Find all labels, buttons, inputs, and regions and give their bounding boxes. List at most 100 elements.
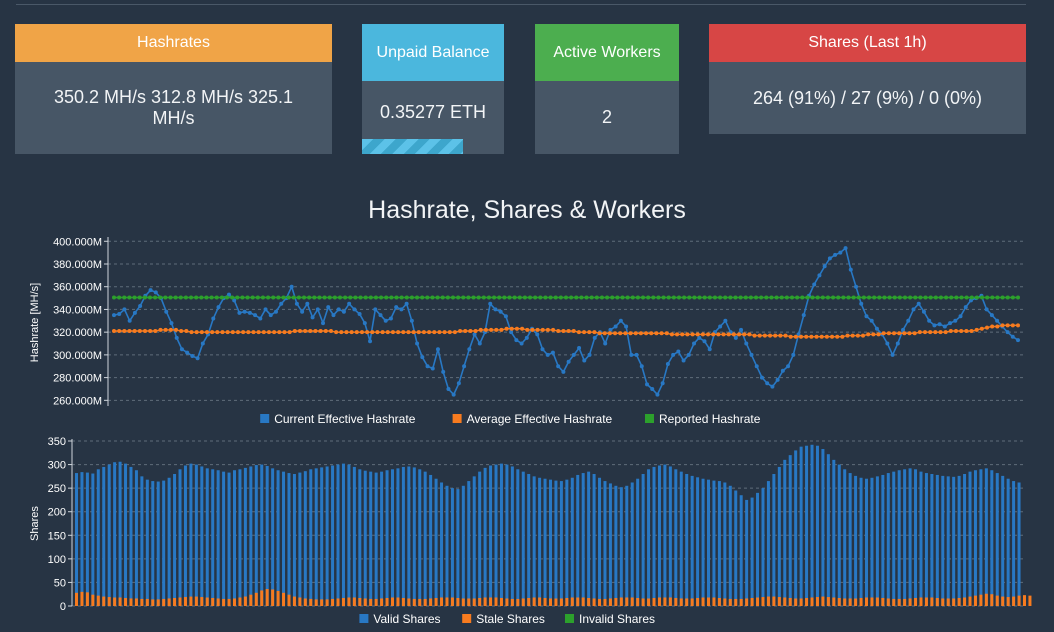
hashrate-point <box>995 318 1000 323</box>
stale-shares-bar <box>129 598 133 606</box>
stale-shares-bar <box>227 598 231 606</box>
stale-shares-bar <box>723 598 727 606</box>
hashrate-point <box>964 295 969 300</box>
stale-shares-bar <box>407 598 411 606</box>
valid-shares-bar <box>276 470 280 606</box>
stale-shares-bar <box>265 589 269 606</box>
hashrate-point <box>768 333 773 338</box>
hashrate-point <box>1005 323 1010 328</box>
hashrate-point <box>385 330 390 335</box>
hashrate-point <box>117 311 122 316</box>
hashrate-point <box>530 327 535 332</box>
hashrate-point <box>897 331 902 336</box>
hashrate-point <box>483 327 488 332</box>
hashrate-point <box>1016 323 1020 328</box>
hashrate-point <box>707 347 712 352</box>
valid-shares-bar <box>391 469 394 606</box>
hashrate-point <box>707 295 712 300</box>
hashrate-point <box>592 335 597 340</box>
hashrate-point <box>308 329 313 334</box>
hashrate-point <box>296 295 301 300</box>
hashrate-point <box>362 321 367 326</box>
stale-shares-bar <box>505 598 509 606</box>
shares-chart-legend-label: Invalid Shares <box>579 612 655 626</box>
hashrate-point <box>230 295 235 300</box>
valid-shares-bar <box>151 481 155 606</box>
hashrate-point <box>363 295 368 300</box>
valid-shares-bar <box>668 466 672 606</box>
hashrate-point <box>359 330 364 335</box>
hashrate-point <box>846 295 851 300</box>
hashrate-point <box>425 295 430 300</box>
hashrate-point <box>608 327 613 332</box>
hashrate-point <box>675 332 680 337</box>
valid-shares-bar <box>728 485 732 606</box>
valid-shares-bar <box>249 466 253 606</box>
hashrate-point <box>990 295 995 300</box>
hashrate-point <box>242 309 247 314</box>
hashrate-point <box>137 329 142 334</box>
valid-shares-bar <box>96 469 100 606</box>
hashrate-point <box>869 318 874 323</box>
hashrate-point <box>499 327 504 332</box>
hashrate-point <box>603 341 608 346</box>
hashrate-point <box>256 330 261 335</box>
stale-shares-bar <box>903 598 907 606</box>
valid-shares-bar <box>489 465 493 606</box>
hashrate-point <box>949 295 954 300</box>
stale-shares-bar <box>472 598 476 606</box>
stale-shares-bar <box>412 598 416 606</box>
stale-shares-bar <box>957 597 961 606</box>
stale-shares-bar <box>952 598 956 606</box>
hashrate-point <box>635 295 640 300</box>
stale-shares-bar <box>75 592 78 606</box>
hashrate-point <box>805 295 810 300</box>
stale-shares-bar <box>1012 596 1016 606</box>
valid-shares-bar <box>385 470 389 606</box>
hashrate-point <box>618 318 623 323</box>
hashrate-point <box>357 311 362 316</box>
hashrate-point <box>861 295 866 300</box>
stale-shares-bar <box>461 598 465 606</box>
hashrate-point <box>791 352 796 357</box>
stale-shares-bar <box>309 598 313 606</box>
stale-shares-bar <box>216 598 220 606</box>
hashrate-point <box>795 295 800 300</box>
valid-shares-bar <box>717 481 721 606</box>
hashrate-point <box>911 307 916 312</box>
hashrate-point <box>235 330 240 335</box>
valid-shares-bar <box>85 472 89 606</box>
valid-shares-bar <box>516 469 520 606</box>
hashrate-point <box>897 295 902 300</box>
hashrate-point <box>953 318 958 323</box>
shares-chart-tick-label: 150 <box>48 530 66 542</box>
hashrate-point <box>368 339 373 344</box>
hashrate-point <box>695 332 700 337</box>
hashrate-point <box>463 329 468 334</box>
stale-shares-bar <box>134 598 138 606</box>
hashrate-point <box>353 295 358 300</box>
hashrate-point <box>587 352 592 357</box>
hashrate-point <box>442 330 447 335</box>
hashrate-point <box>225 295 229 300</box>
hashrate-point <box>995 324 1000 329</box>
hashrate-point <box>535 327 540 332</box>
hashrate-chart-tick-label: 380.000M <box>53 259 102 271</box>
stale-shares-bar <box>260 590 264 606</box>
hashrate-point <box>326 305 331 310</box>
valid-shares-bar <box>875 476 879 606</box>
stale-shares-bar <box>200 597 204 606</box>
stale-shares-bar <box>156 599 160 606</box>
stale-shares-bar <box>151 599 155 606</box>
stale-shares-bar <box>510 598 514 606</box>
valid-shares-bar <box>935 474 939 606</box>
valid-shares-bar <box>745 499 749 606</box>
valid-shares-bar <box>592 474 596 606</box>
stale-shares-bar <box>963 597 967 606</box>
stale-shares-bar <box>815 597 819 606</box>
hashrate-point <box>843 246 848 251</box>
hashrate-point <box>503 314 508 319</box>
stale-shares-bar <box>450 597 454 606</box>
valid-shares-bar <box>587 471 591 606</box>
hashrate-point <box>759 375 764 380</box>
